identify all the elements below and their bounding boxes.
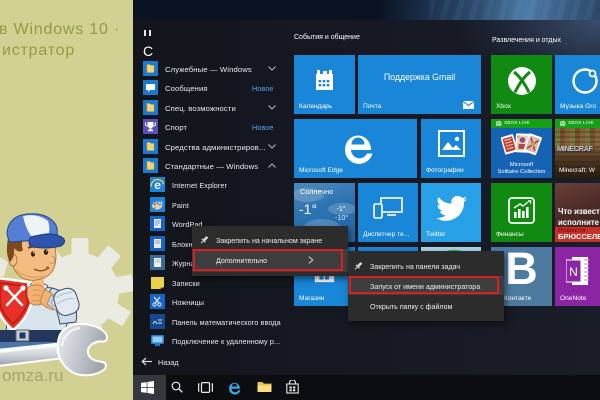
- svg-text:N: N: [569, 265, 578, 279]
- svg-text:K: K: [517, 134, 520, 139]
